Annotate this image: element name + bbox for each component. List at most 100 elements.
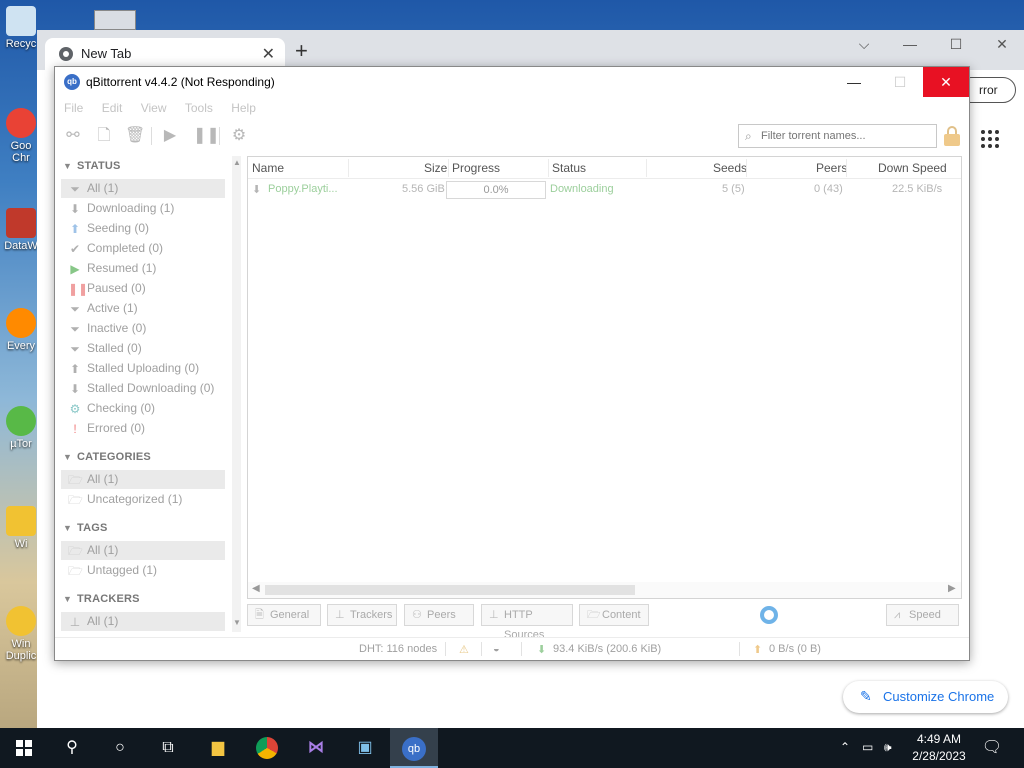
status-filter-0[interactable]: ⏷ All (1) [61, 179, 225, 198]
download-speed[interactable]: 93.4 KiB/s (200.6 KiB) [553, 643, 661, 655]
scroll-right-icon[interactable]: ▶ [948, 583, 956, 594]
category-filter-0[interactable]: 🗁 All (1) [61, 470, 225, 489]
speed-limit-icon[interactable]: ◒ [493, 643, 500, 655]
options-gear-icon[interactable]: ⚙ [230, 127, 248, 145]
lock-icon[interactable] [944, 126, 960, 146]
status-filter-5[interactable]: ❚❚ Paused (0) [61, 279, 225, 298]
tracker-filter-0[interactable]: ⊥ All (1) [61, 612, 225, 631]
search-button[interactable]: ⚲ [48, 728, 96, 768]
column-peers[interactable]: Peers [816, 161, 847, 175]
tab-general[interactable]: 🗎 General [247, 604, 321, 626]
tag-filter-0[interactable]: 🗁 All (1) [61, 541, 225, 560]
visual-studio-button[interactable]: ⋈ [292, 728, 340, 768]
filter-torrents-input[interactable] [761, 128, 931, 144]
desktop-icon-partial[interactable] [94, 10, 136, 30]
status-filter-12[interactable]: ! Errored (0) [61, 419, 225, 438]
menu-tools[interactable]: Tools [185, 98, 213, 118]
column-size[interactable]: Size [424, 161, 447, 175]
tag-filter-1[interactable]: 🗁 Untagged (1) [61, 561, 225, 580]
filter-icon: ⏷ [70, 182, 80, 196]
tab-trackers[interactable]: ⊥ Trackers [327, 604, 397, 626]
chrome-taskbar-button[interactable] [243, 728, 291, 768]
status-filter-2[interactable]: ⬆ Seeding (0) [61, 219, 225, 238]
chrome-close-button[interactable]: ✕ [979, 36, 1024, 53]
status-filter-1[interactable]: ⬇ Downloading (1) [61, 199, 225, 218]
chrome-tab-search-button[interactable]: ⌵ [841, 36, 887, 53]
desktop-icon-google-chrome[interactable]: Goo Chr [4, 108, 38, 164]
scroll-left-icon[interactable]: ◀ [252, 583, 260, 594]
start-button[interactable] [0, 728, 48, 768]
resume-icon[interactable]: ▶ [161, 127, 179, 145]
play-icon: ▶ [70, 262, 80, 276]
tab-speed[interactable]: ⩘ Speed [886, 604, 959, 626]
status-filter-3[interactable]: ✔ Completed (0) [61, 239, 225, 258]
horizontal-scrollbar[interactable]: ◀ ▶ [248, 582, 961, 598]
qb-minimize-button[interactable]: — [831, 67, 877, 97]
status-filter-9[interactable]: ⬆ Stalled Uploading (0) [61, 359, 225, 378]
category-filter-1[interactable]: 🗁 Uncategorized (1) [61, 490, 225, 509]
cortana-button[interactable]: ○ [96, 728, 144, 768]
chrome-maximize-button[interactable]: ☐ [933, 36, 979, 53]
downloading-arrow-icon: ⬇ [252, 184, 262, 196]
status-filter-8[interactable]: ⏷ Stalled (0) [61, 339, 225, 358]
desktop-icon-win-duplicate[interactable]: Win Duplic [4, 606, 38, 662]
menu-help[interactable]: Help [231, 98, 256, 118]
desktop-icon-utorrent[interactable]: µTor [4, 406, 38, 450]
new-tab-button[interactable]: + [295, 40, 308, 62]
qb-close-button[interactable]: ✕ [923, 67, 969, 97]
delete-icon[interactable]: 🗑 [125, 127, 145, 145]
column-status[interactable]: Status [552, 161, 586, 175]
add-link-icon[interactable]: ⚯ [64, 127, 82, 145]
pause-icon[interactable]: ❚❚ [193, 127, 220, 145]
task-view-button[interactable]: ⧉ [144, 728, 192, 768]
menu-file[interactable]: File [64, 98, 83, 118]
status-filter-6[interactable]: ⏷ Active (1) [61, 299, 225, 318]
status-filter-4[interactable]: ▶ Resumed (1) [61, 259, 225, 278]
network-icon[interactable]: ▭ [862, 740, 873, 754]
qb-maximize-button[interactable]: ☐ [877, 67, 923, 97]
add-file-icon[interactable]: 🗋 [95, 127, 113, 145]
upload-speed[interactable]: 0 B/s (0 B) [769, 643, 821, 655]
desktop-icon-recycle-bin[interactable]: Recyc [4, 6, 38, 50]
tab-peers[interactable]: ⚇ Peers [404, 604, 474, 626]
tracker-icon: ⊥ [69, 615, 81, 629]
categories-section-header[interactable]: ▼ CATEGORIES [63, 451, 151, 463]
scroll-down-icon[interactable]: ▼ [233, 618, 241, 627]
scrollbar-thumb[interactable] [265, 585, 635, 595]
menu-view[interactable]: View [141, 98, 167, 118]
system-clock[interactable]: 4:49 AM 2/28/2023 [906, 731, 972, 765]
notifications-button[interactable]: 🗨 [968, 728, 1016, 768]
filter-torrents-field[interactable]: ⌕ [738, 124, 937, 148]
connection-status-icon[interactable]: ⚠ [459, 643, 469, 656]
sidebar-scrollbar[interactable]: ▲ ▼ [232, 156, 241, 632]
tab-close-icon[interactable]: ✕ [262, 44, 275, 64]
chrome-minimize-button[interactable]: — [887, 36, 933, 52]
desktop-icon-datawrangler[interactable]: DataW [4, 208, 38, 252]
tray-chevron-icon[interactable]: ⌃ [840, 740, 850, 754]
torrent-row[interactable]: ⬇ Poppy.Playti... 5.56 GiB 0.0% Download… [248, 180, 961, 200]
column-seeds[interactable]: Seeds [713, 161, 747, 175]
trackers-section-header[interactable]: ▼ TRACKERS [63, 593, 140, 605]
qbittorrent-taskbar-button[interactable]: qb [390, 728, 438, 768]
qb-titlebar[interactable]: qb qBittorrent v4.4.2 (Not Responding) —… [55, 67, 969, 98]
volume-icon[interactable]: 🕪 [884, 740, 892, 755]
tags-section-header[interactable]: ▼ TAGS [63, 522, 108, 534]
menu-edit[interactable]: Edit [102, 98, 123, 118]
status-filter-10[interactable]: ⬇ Stalled Downloading (0) [61, 379, 225, 398]
column-down-speed[interactable]: Down Speed [878, 161, 947, 175]
column-progress[interactable]: Progress [452, 161, 500, 175]
sidebar-item-label: Uncategorized (1) [87, 492, 183, 506]
file-explorer-button[interactable]: ▆ [194, 728, 242, 768]
status-filter-11[interactable]: ⚙ Checking (0) [61, 399, 225, 418]
desktop-icon-win[interactable]: Wi [4, 506, 38, 550]
status-filter-7[interactable]: ⏷ Inactive (0) [61, 319, 225, 338]
google-apps-icon[interactable] [981, 130, 999, 148]
column-name[interactable]: Name [252, 161, 284, 175]
customize-chrome-button[interactable]: ✎ Customize Chrome [843, 681, 1008, 713]
desktop-icon-everything[interactable]: Every [4, 308, 38, 352]
tool-app-button[interactable]: ▣ [341, 728, 389, 768]
tab-content[interactable]: 🗁 Content [579, 604, 649, 626]
status-section-header[interactable]: ▼ STATUS [63, 160, 121, 172]
tab-http-sources[interactable]: ⊥ HTTP Sources [481, 604, 573, 641]
scroll-up-icon[interactable]: ▲ [233, 158, 241, 167]
